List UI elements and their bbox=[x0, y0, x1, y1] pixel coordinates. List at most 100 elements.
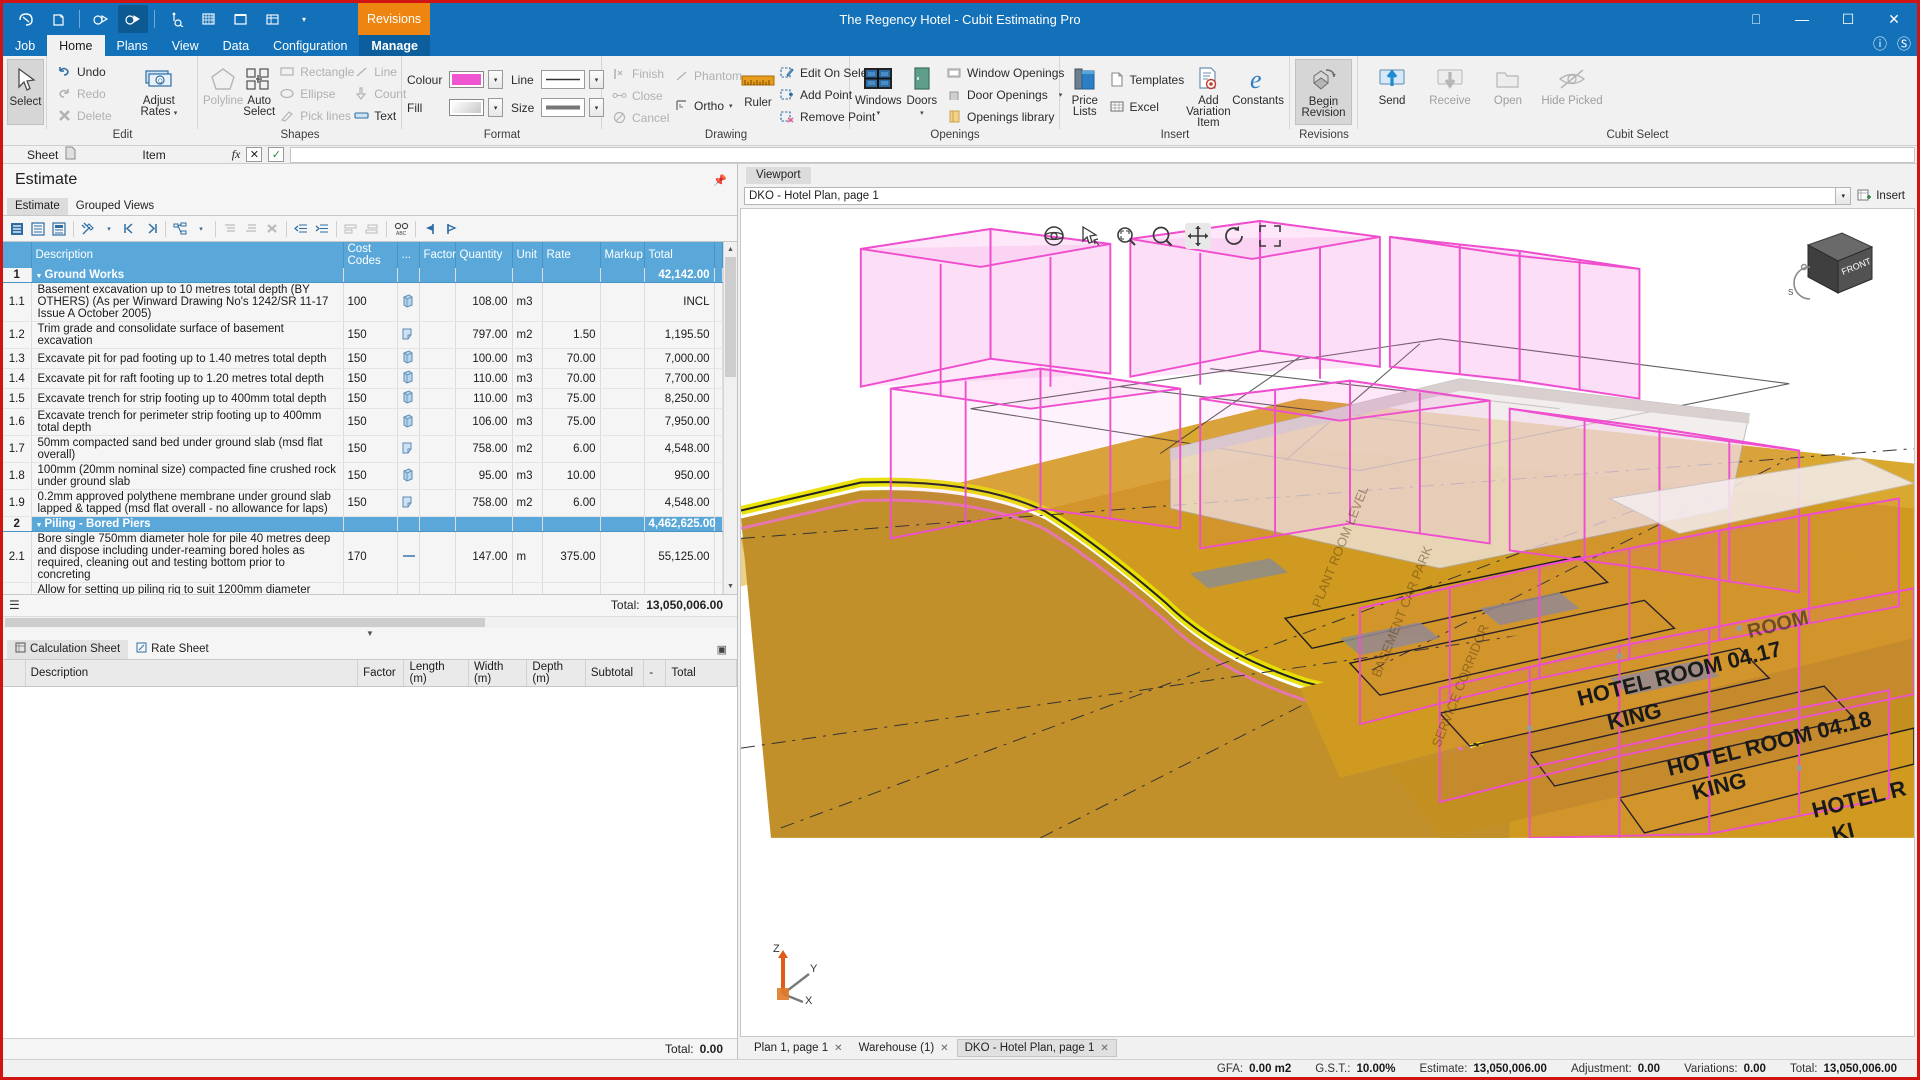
detail-view-icon[interactable] bbox=[49, 219, 69, 239]
cell-rate[interactable]: 70.00 bbox=[542, 369, 600, 389]
cell-rate[interactable]: 75.00 bbox=[542, 409, 600, 436]
cell-cost-code[interactable]: 150 bbox=[343, 349, 397, 369]
begin-revision-button[interactable]: BeginRevision bbox=[1295, 59, 1352, 125]
calc-col-factor[interactable]: Factor bbox=[358, 660, 404, 687]
auto-select-icon[interactable] bbox=[118, 5, 148, 33]
pin-icon[interactable]: 📌 bbox=[713, 174, 727, 187]
cell-description[interactable]: 100mm (20mm nominal size) compacted fine… bbox=[31, 463, 343, 490]
estimate-hscrollbar[interactable] bbox=[3, 616, 737, 628]
maximize-button[interactable]: ☐ bbox=[1825, 3, 1871, 35]
finish-button[interactable]: Finish bbox=[607, 63, 669, 84]
view-cube[interactable]: FRONT S bbox=[1786, 223, 1878, 309]
tools-dropdown-icon[interactable]: ▾ bbox=[99, 219, 119, 239]
cell-factor[interactable] bbox=[419, 436, 455, 463]
table-row[interactable]: 1.6Excavate trench for perimeter strip f… bbox=[3, 409, 723, 436]
fill-field[interactable]: Fill ▾ bbox=[407, 96, 503, 119]
scroll-down-icon[interactable]: ▼ bbox=[724, 580, 737, 594]
constants-button[interactable]: e Constants bbox=[1232, 59, 1284, 107]
calc-col-length[interactable]: Length (m) bbox=[404, 660, 468, 687]
cell-description[interactable]: 0.2mm approved polythene membrane under … bbox=[31, 490, 343, 517]
plan-tab-0-close-icon[interactable]: ✕ bbox=[834, 1043, 842, 1054]
scroll-thumb[interactable] bbox=[725, 257, 736, 377]
insert-plan-button[interactable]: Insert bbox=[1855, 187, 1911, 206]
cell-cost-code[interactable]: 150 bbox=[343, 490, 397, 517]
split-icon[interactable] bbox=[362, 219, 382, 239]
calc-col-dash[interactable]: - bbox=[644, 660, 666, 687]
windows-button[interactable]: Windows▾ bbox=[855, 59, 902, 119]
line-field[interactable]: Line ▾ bbox=[511, 68, 604, 91]
estimate-vscrollbar[interactable]: ▲ ▼ bbox=[723, 242, 737, 594]
cubit-logo-icon[interactable] bbox=[11, 5, 41, 33]
cell-quantity[interactable]: 108.00 bbox=[455, 283, 512, 322]
send-button[interactable]: Send bbox=[1363, 59, 1421, 107]
cell-rate[interactable]: 25,000.00 bbox=[542, 583, 600, 594]
cell-markup[interactable] bbox=[600, 349, 644, 369]
revisions-indicator[interactable]: Revisions bbox=[358, 3, 430, 35]
cell-cost-code[interactable]: 170 bbox=[343, 532, 397, 583]
cell-rate[interactable]: 75.00 bbox=[542, 389, 600, 409]
table-row[interactable]: 1.8100mm (20mm nominal size) compacted f… bbox=[3, 463, 723, 490]
tools-icon[interactable] bbox=[78, 219, 98, 239]
model-canvas[interactable]: HOTEL ROOM 04.17 KING HOTEL ROOM 04.18 K… bbox=[740, 208, 1915, 1037]
calc-col-description[interactable]: Description bbox=[25, 660, 357, 687]
cell-factor[interactable] bbox=[419, 322, 455, 349]
cell-rate[interactable]: 70.00 bbox=[542, 349, 600, 369]
cell-shape-type[interactable] bbox=[397, 349, 419, 369]
colour-dropdown[interactable]: ▾ bbox=[488, 70, 503, 89]
cell-markup[interactable] bbox=[600, 436, 644, 463]
colour-swatch[interactable] bbox=[449, 71, 485, 88]
ruler-button[interactable]: Ruler bbox=[741, 59, 775, 109]
cell-quantity[interactable]: 147.00 bbox=[455, 532, 512, 583]
table-row[interactable]: 1.1Basement excavation up to 10 metres t… bbox=[3, 283, 723, 322]
tab-manage[interactable]: Manage bbox=[359, 35, 430, 56]
new-job-icon[interactable] bbox=[43, 5, 73, 33]
formula-input[interactable] bbox=[290, 147, 1915, 163]
cell-quantity[interactable]: 95.00 bbox=[455, 463, 512, 490]
cell-total[interactable]: 55,125.00 bbox=[644, 532, 714, 583]
cell-factor[interactable] bbox=[419, 389, 455, 409]
cell-markup[interactable] bbox=[600, 583, 644, 594]
cell-shape-type[interactable] bbox=[397, 389, 419, 409]
window-openings-button[interactable]: Window Openings ▾ bbox=[942, 62, 1054, 83]
cell-unit[interactable]: m2 bbox=[512, 322, 542, 349]
adjust-rates-button[interactable]: Q AdjustRates ▾ bbox=[126, 59, 192, 119]
orbit-icon[interactable] bbox=[1041, 223, 1067, 249]
cell-rate[interactable]: 6.00 bbox=[542, 490, 600, 517]
cell-quantity[interactable]: 110.00 bbox=[455, 369, 512, 389]
cell-cost-code[interactable]: 150 bbox=[343, 322, 397, 349]
cell-rate[interactable] bbox=[542, 283, 600, 322]
plan-tab-1-close-icon[interactable]: ✕ bbox=[940, 1043, 948, 1054]
cell-description[interactable]: 50mm compacted sand bed under ground sla… bbox=[31, 436, 343, 463]
cell-description[interactable]: Excavate trench for strip footing up to … bbox=[31, 389, 343, 409]
undo-button[interactable]: Undo bbox=[52, 61, 126, 82]
plan-selector[interactable]: DKO - Hotel Plan, page 1 ▾ bbox=[744, 187, 1851, 205]
hscroll-thumb[interactable] bbox=[5, 618, 485, 627]
cell-factor[interactable] bbox=[419, 283, 455, 322]
price-lists-button[interactable]: PriceLists bbox=[1065, 59, 1105, 118]
close-shape-button[interactable]: Close bbox=[607, 85, 669, 106]
restore-down-icon[interactable]: ⎕ bbox=[1733, 3, 1779, 35]
pan-icon[interactable] bbox=[1185, 223, 1211, 249]
cell-unit[interactable]: Item bbox=[512, 583, 542, 594]
polyline-button[interactable]: Polyline bbox=[203, 59, 243, 107]
outdent-icon[interactable] bbox=[291, 219, 311, 239]
table-row[interactable]: 1.2Trim grade and consolidate surface of… bbox=[3, 322, 723, 349]
cell-cost-code[interactable]: 150 bbox=[343, 389, 397, 409]
calc-col-subtotal[interactable]: Subtotal bbox=[585, 660, 643, 687]
pick-lines-button[interactable]: Pick lines bbox=[275, 105, 349, 126]
spellcheck-icon[interactable]: ABC bbox=[391, 219, 411, 239]
zoom-window-icon[interactable] bbox=[1113, 223, 1139, 249]
scroll-track[interactable] bbox=[724, 378, 737, 580]
cell-shape-type[interactable] bbox=[397, 409, 419, 436]
cell-description[interactable]: Allow for setting up piling rig to suit … bbox=[31, 583, 343, 594]
zoom-extents-icon[interactable] bbox=[1257, 223, 1283, 249]
table-row-group[interactable]: 2▼Piling - Bored Piers4,462,625.00 bbox=[3, 517, 723, 532]
table-row-group[interactable]: 1▼Ground Works42,142.00 bbox=[3, 268, 723, 283]
fill-dropdown[interactable]: ▾ bbox=[488, 98, 503, 117]
fill-swatch[interactable] bbox=[449, 99, 485, 116]
size-preview[interactable] bbox=[541, 98, 585, 117]
cell-markup[interactable] bbox=[600, 283, 644, 322]
cell-total[interactable]: 950.00 bbox=[644, 463, 714, 490]
table-row[interactable]: 1.4Excavate pit for raft footing up to 1… bbox=[3, 369, 723, 389]
table-row[interactable]: 1.5Excavate trench for strip footing up … bbox=[3, 389, 723, 409]
